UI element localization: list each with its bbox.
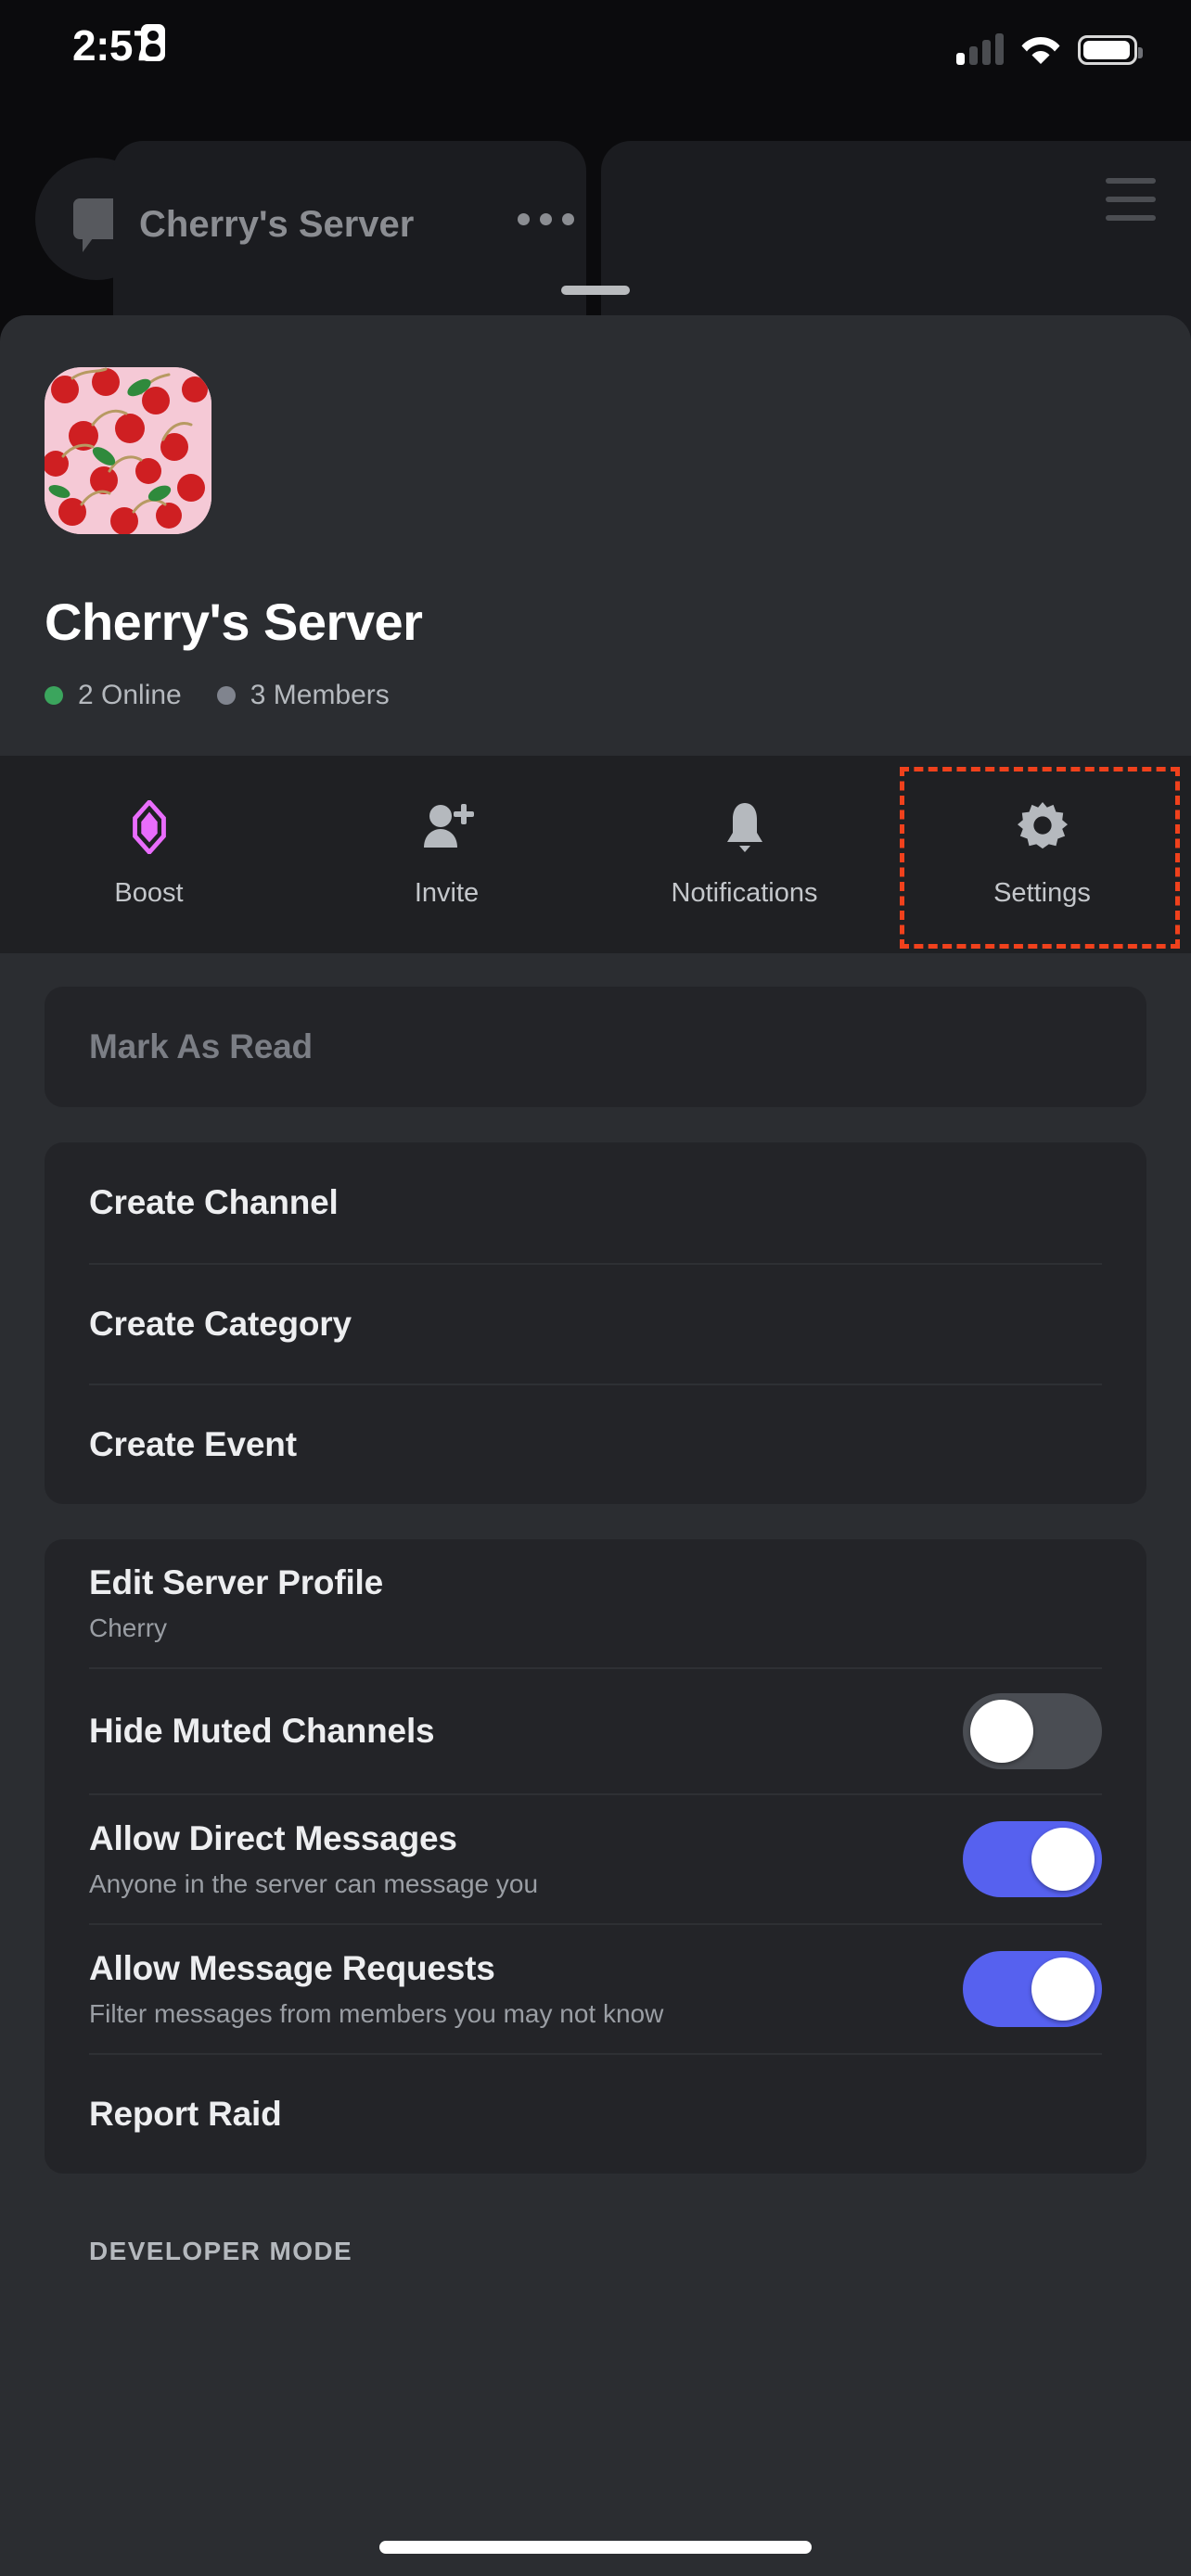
- list-item[interactable]: Hide Muted Channels: [45, 1667, 1146, 1793]
- list-item[interactable]: Edit Server Profile Cherry: [45, 1539, 1146, 1667]
- bell-icon: [724, 800, 766, 854]
- quick-actions-bar: Boost Invite Notifications Settings: [0, 756, 1191, 953]
- sheet-header: Cherry's Server 2 Online 3 Members: [0, 315, 1191, 711]
- settings-list: Mark As Read Create Channel Create Categ…: [0, 953, 1191, 2266]
- status-bar: 2:57: [0, 0, 1191, 111]
- settings-group-profile: Edit Server Profile Cherry Hide Muted Ch…: [45, 1539, 1146, 2174]
- settings-label: Settings: [993, 878, 1091, 908]
- settings-button[interactable]: Settings: [893, 756, 1191, 953]
- id-card-icon: [141, 24, 165, 61]
- list-item[interactable]: Allow Message Requests Filter messages f…: [45, 1923, 1146, 2053]
- sheet-drag-handle[interactable]: [561, 286, 630, 295]
- list-item[interactable]: Create Channel: [45, 1142, 1146, 1263]
- wifi-icon: [1020, 33, 1061, 65]
- allow-message-requests-toggle[interactable]: [963, 1951, 1102, 2027]
- page-title: Cherry's Server: [45, 593, 423, 651]
- battery-icon: [1078, 35, 1143, 65]
- boost-button[interactable]: Boost: [0, 756, 298, 953]
- create-category-label: Create Category: [89, 1305, 352, 1343]
- online-count: 2 Online: [45, 680, 182, 711]
- allow-message-requests-label: Allow Message Requests: [89, 1949, 495, 1987]
- background-server-title: Cherry's Server: [139, 204, 415, 245]
- list-item[interactable]: Report Raid: [45, 2053, 1146, 2174]
- create-event-label: Create Event: [89, 1425, 297, 1463]
- allow-direct-messages-toggle[interactable]: [963, 1821, 1102, 1897]
- hide-muted-channels-label: Hide Muted Channels: [89, 1712, 435, 1750]
- status-bar-indicators: [956, 20, 1143, 65]
- list-item[interactable]: Create Event: [45, 1384, 1146, 1504]
- allow-direct-messages-sub: Anyone in the server can message you: [89, 1869, 539, 1898]
- mark-as-read-label: Mark As Read: [89, 1027, 313, 1065]
- report-raid-label: Report Raid: [89, 2095, 282, 2133]
- list-item[interactable]: Mark As Read: [45, 987, 1146, 1107]
- invite-button[interactable]: Invite: [298, 756, 596, 953]
- hamburger-menu-icon[interactable]: [1106, 178, 1156, 221]
- server-presence: 2 Online 3 Members: [45, 680, 1146, 711]
- create-channel-label: Create Channel: [89, 1183, 339, 1221]
- home-indicator: [379, 2541, 812, 2554]
- allow-message-requests-sub: Filter messages from members you may not…: [89, 1999, 664, 2028]
- server-settings-sheet: Cherry's Server 2 Online 3 Members Boost…: [0, 286, 1191, 2576]
- server-avatar-cherries[interactable]: [45, 367, 211, 534]
- allow-direct-messages-label: Allow Direct Messages: [89, 1819, 457, 1857]
- hide-muted-channels-toggle[interactable]: [963, 1693, 1102, 1769]
- screen: 2:57 Cherry's Server Cherry's Server 2 O…: [0, 0, 1191, 2576]
- notifications-button[interactable]: Notifications: [596, 756, 893, 953]
- person-add-icon: [420, 800, 474, 854]
- online-status-dot: [45, 686, 63, 705]
- member-count: 3 Members: [216, 680, 390, 711]
- boost-label: Boost: [114, 878, 184, 908]
- invite-label: Invite: [414, 878, 480, 908]
- more-options-icon[interactable]: [518, 213, 574, 225]
- settings-group-read: Mark As Read: [45, 987, 1146, 1107]
- edit-server-profile-value: Cherry: [89, 1613, 168, 1642]
- list-item[interactable]: Allow Direct Messages Anyone in the serv…: [45, 1793, 1146, 1923]
- gear-icon: [1017, 800, 1068, 854]
- developer-mode-section-label: DEVELOPER MODE: [89, 2237, 353, 2265]
- member-status-dot: [216, 686, 236, 705]
- list-item[interactable]: Create Category: [45, 1263, 1146, 1384]
- online-count-label: 2 Online: [78, 680, 182, 710]
- member-count-label: 3 Members: [250, 680, 390, 710]
- boost-diamond-icon: [131, 800, 168, 854]
- edit-server-profile-label: Edit Server Profile: [89, 1563, 383, 1601]
- settings-group-create: Create Channel Create Category Create Ev: [45, 1142, 1146, 1504]
- cellular-signal-icon: [956, 33, 1004, 65]
- notifications-label: Notifications: [671, 878, 818, 908]
